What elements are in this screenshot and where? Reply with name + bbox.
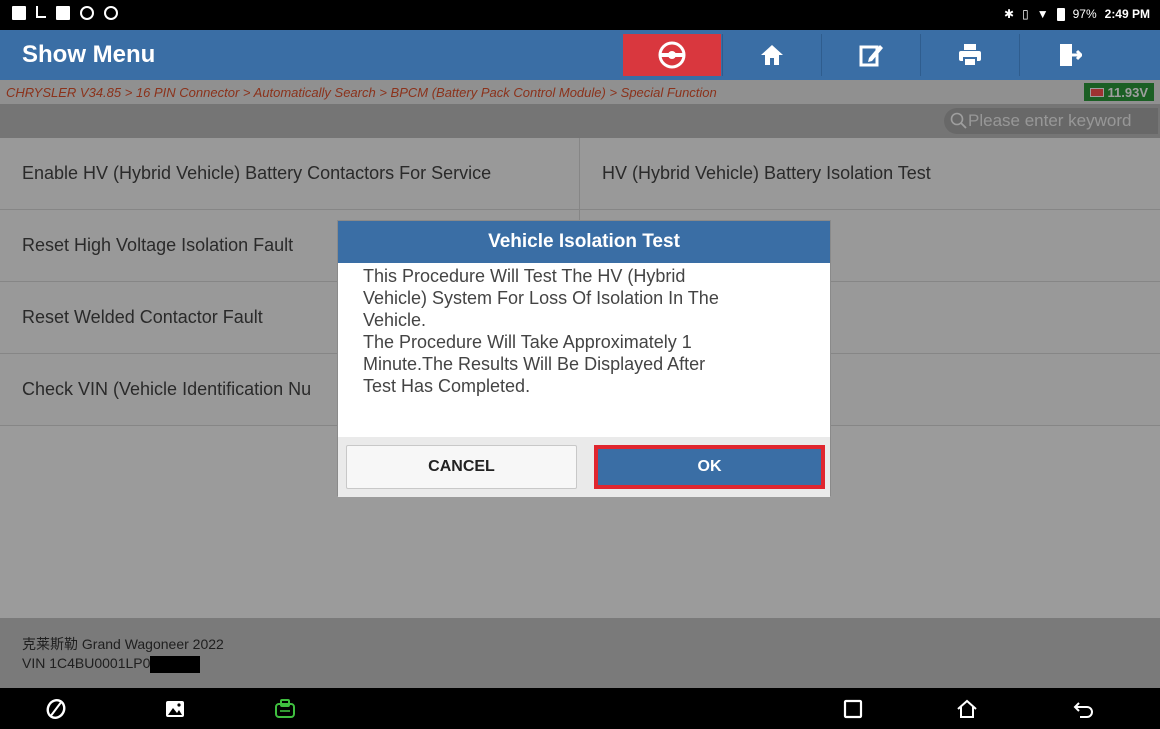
exit-button[interactable] <box>1019 34 1117 76</box>
recents-icon[interactable] <box>841 697 865 721</box>
dialog-actions: CANCEL OK <box>338 437 830 497</box>
clock: 2:49 PM <box>1104 7 1150 21</box>
home-nav-icon[interactable] <box>955 697 979 721</box>
system-status: ✱ ▯ ▼ 97% 2:49 PM <box>1004 7 1150 21</box>
home-button[interactable] <box>722 34 820 76</box>
status-bar: ✱ ▯ ▼ 97% 2:49 PM <box>0 0 1160 30</box>
page-title: Show Menu <box>22 41 156 68</box>
isolation-test-dialog: Vehicle Isolation Test This Procedure Wi… <box>337 220 831 497</box>
browser-icon[interactable] <box>44 697 68 721</box>
android-nav-bar <box>0 688 1160 729</box>
dialog-message: This Procedure Will Test The HV (Hybrid … <box>363 266 719 396</box>
print-icon <box>958 44 981 67</box>
usb-icon <box>36 6 46 18</box>
pause-icon <box>80 6 94 20</box>
back-icon[interactable] <box>1071 697 1095 721</box>
steering-wheel-button[interactable] <box>623 34 721 76</box>
battery-icon <box>1056 7 1065 21</box>
vibrate-icon: ▯ <box>1022 7 1029 21</box>
notification-image-icon <box>12 6 26 20</box>
sd-card-icon <box>56 6 70 20</box>
exit-icon <box>1059 44 1082 66</box>
vci-icon[interactable] <box>273 697 297 721</box>
ok-button[interactable]: OK <box>594 445 825 489</box>
edit-icon <box>859 45 883 67</box>
app-toolbar: Show Menu <box>0 30 1160 80</box>
bluetooth-icon: ✱ <box>1004 7 1015 21</box>
gallery-icon[interactable] <box>163 697 187 721</box>
home-icon <box>760 45 783 65</box>
gear-notification-icon <box>104 6 118 20</box>
print-button[interactable] <box>920 34 1018 76</box>
battery-percent: 97% <box>1072 7 1097 21</box>
wifi-icon: ▼ <box>1036 7 1049 21</box>
edit-report-button[interactable] <box>821 34 919 76</box>
cancel-button[interactable]: CANCEL <box>346 445 577 489</box>
dialog-title: Vehicle Isolation Test <box>338 221 830 263</box>
notification-icons <box>12 6 118 20</box>
steering-wheel-icon <box>658 41 686 69</box>
